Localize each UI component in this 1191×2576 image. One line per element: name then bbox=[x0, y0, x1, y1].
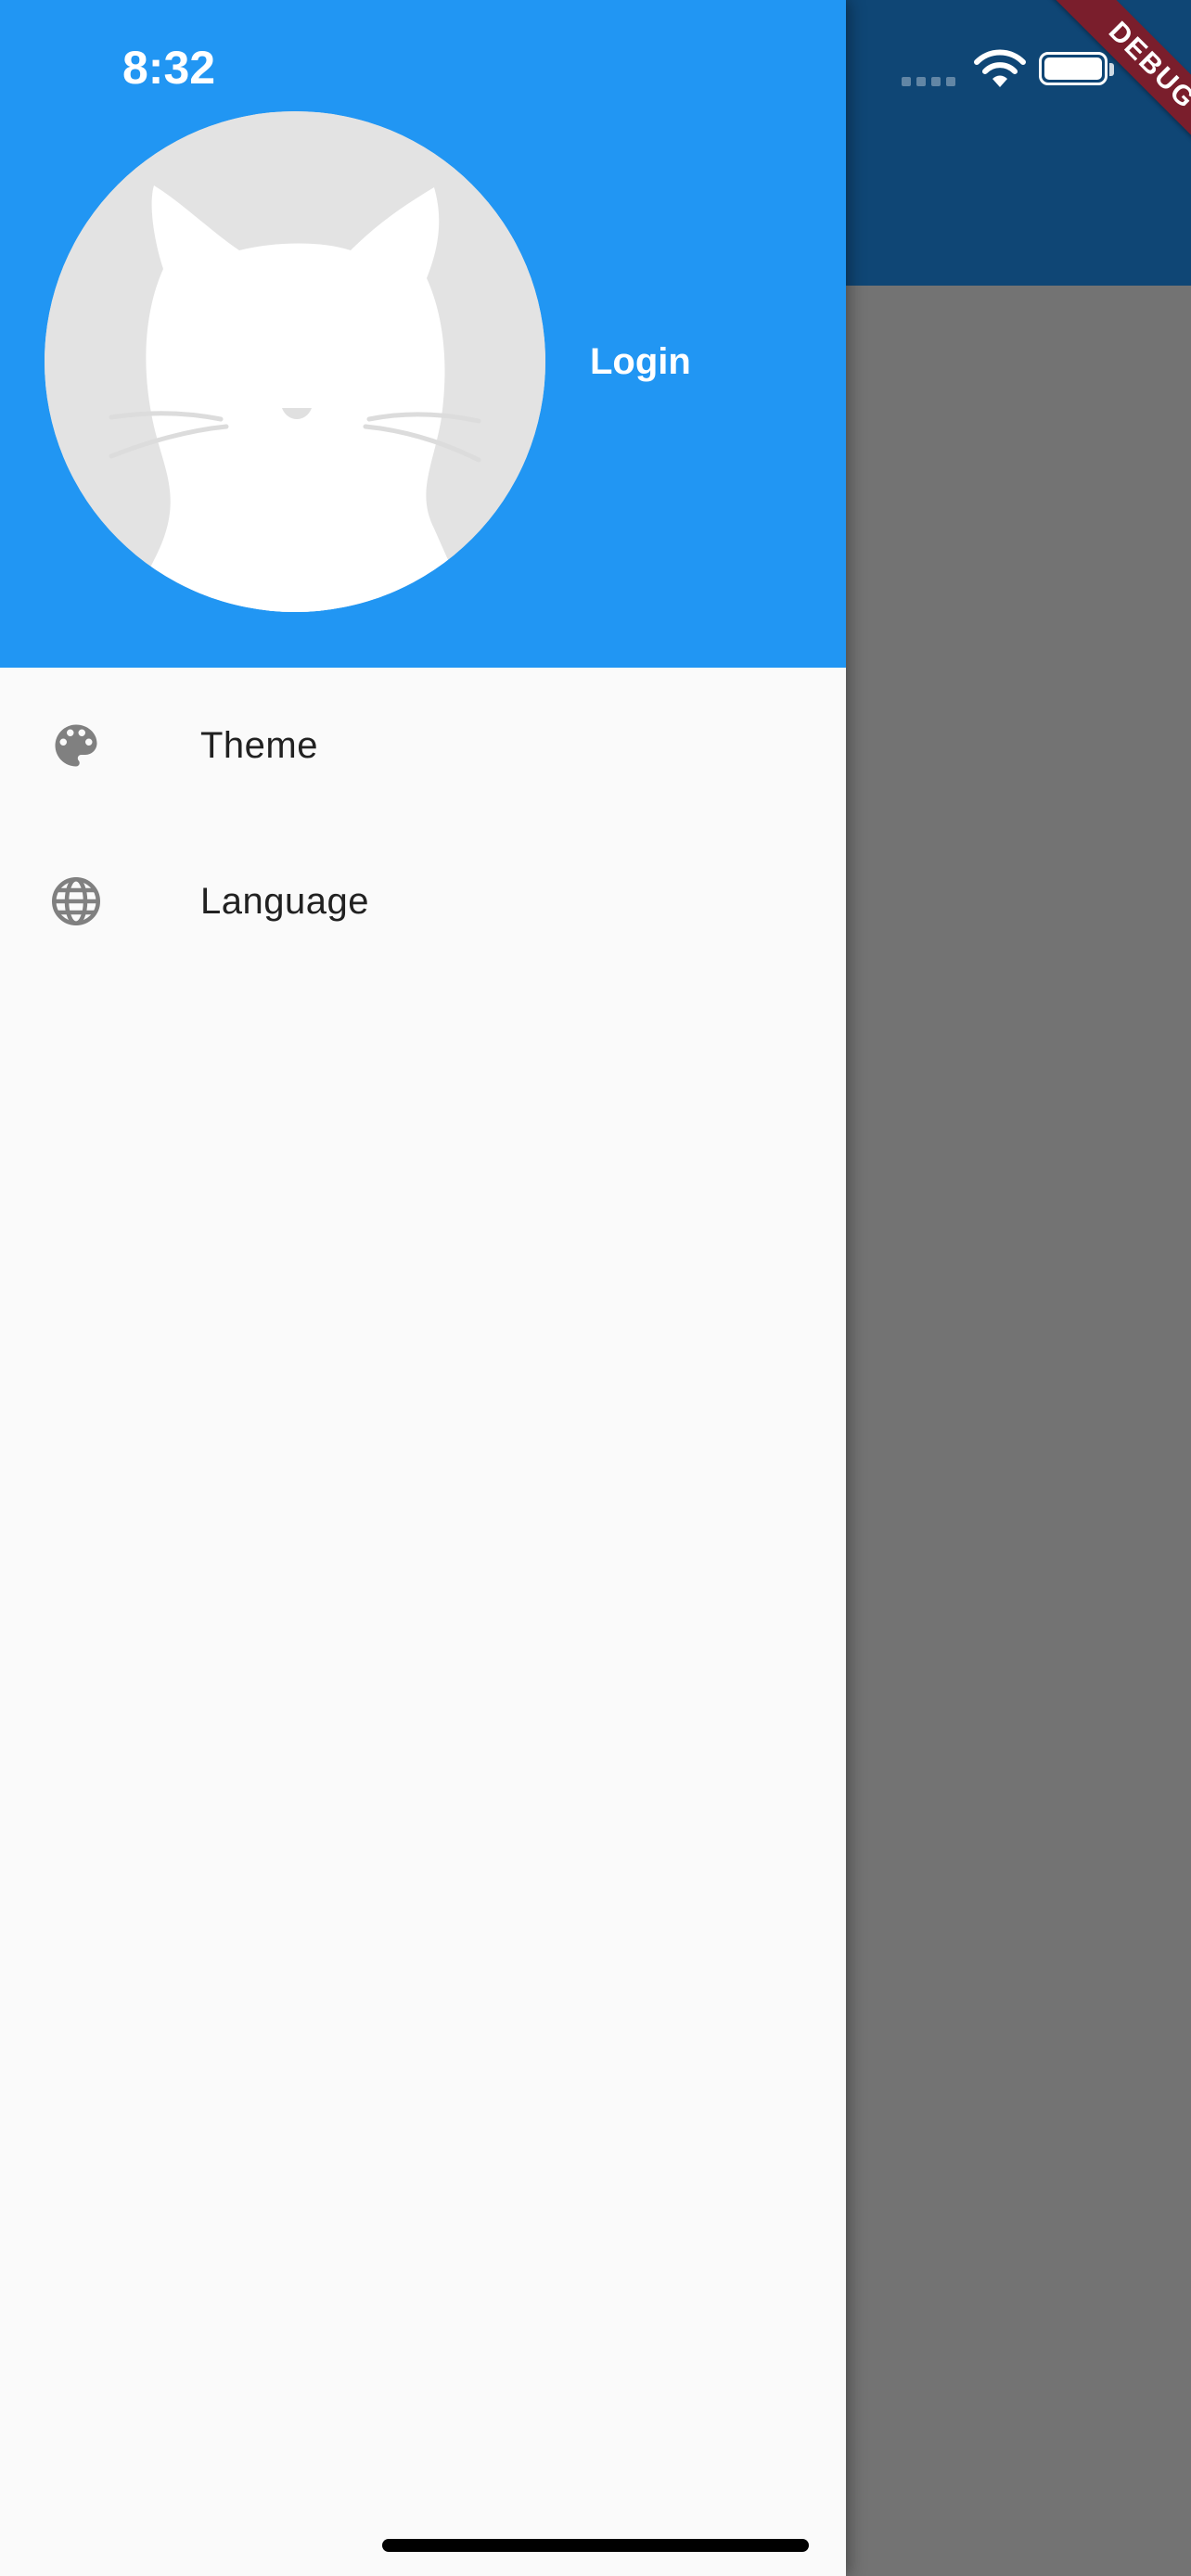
login-button[interactable]: Login bbox=[590, 336, 691, 388]
status-icons bbox=[902, 43, 1115, 98]
menu-item-label: Language bbox=[200, 881, 369, 922]
menu-item-language[interactable]: Language bbox=[0, 823, 846, 979]
palette-icon bbox=[48, 718, 104, 773]
status-time: 8:32 bbox=[122, 42, 216, 94]
wifi-icon bbox=[974, 49, 1026, 87]
battery-icon bbox=[1039, 52, 1108, 85]
navigation-drawer: Login Theme Language bbox=[0, 0, 846, 2576]
globe-icon bbox=[48, 874, 104, 929]
menu-item-label: Theme bbox=[200, 725, 318, 766]
home-indicator[interactable] bbox=[382, 2539, 809, 2552]
cat-avatar-icon[interactable] bbox=[45, 111, 545, 612]
drawer-header: Login bbox=[0, 0, 846, 668]
menu-item-theme[interactable]: Theme bbox=[0, 668, 846, 823]
battery-tip bbox=[1109, 63, 1114, 76]
app-screen: Login Theme Language 8:32 DEBUG bbox=[0, 0, 1191, 2576]
cellular-signal-icon bbox=[902, 74, 961, 91]
